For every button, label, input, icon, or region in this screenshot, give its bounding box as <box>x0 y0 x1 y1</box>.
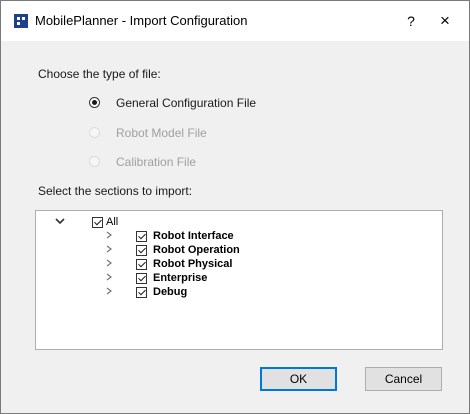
sections-tree[interactable]: All Robot Interface Robot Operation Robo… <box>35 210 443 350</box>
tree-item-robot-physical[interactable]: Robot Physical <box>36 257 336 271</box>
checkbox-robot-operation[interactable] <box>136 245 147 256</box>
radio-label: Calibration File <box>116 155 197 169</box>
tree-label-enterprise: Enterprise <box>153 272 208 284</box>
checkbox-all[interactable] <box>92 217 103 228</box>
checkbox-enterprise[interactable] <box>136 273 147 284</box>
radio-button[interactable] <box>89 127 100 138</box>
import-configuration-dialog: MobilePlanner - Import Configuration ? ×… <box>0 0 470 414</box>
tree-item-debug[interactable]: Debug <box>36 285 336 299</box>
title-bar[interactable]: MobilePlanner - Import Configuration ? × <box>1 1 469 41</box>
radio-button[interactable] <box>89 97 100 108</box>
radio-button[interactable] <box>89 156 100 167</box>
radio-general-configuration[interactable]: General Configuration File <box>89 96 289 112</box>
radio-robot-model[interactable]: Robot Model File <box>89 126 289 142</box>
close-button[interactable]: × <box>431 7 459 35</box>
cancel-button[interactable]: Cancel <box>365 367 442 391</box>
tree-item-all[interactable]: All <box>36 215 236 229</box>
app-icon <box>14 14 28 28</box>
radio-calibration[interactable]: Calibration File <box>89 155 289 171</box>
tree-item-robot-operation[interactable]: Robot Operation <box>36 243 336 257</box>
tree-item-robot-interface[interactable]: Robot Interface <box>36 229 336 243</box>
help-button[interactable]: ? <box>397 7 425 35</box>
tree-label-robot-operation: Robot Operation <box>153 244 240 256</box>
sections-heading: Select the sections to import: <box>38 184 193 198</box>
checkbox-debug[interactable] <box>136 287 147 298</box>
file-type-heading: Choose the type of file: <box>38 67 161 81</box>
tree-label-all: All <box>106 216 119 228</box>
checkbox-robot-interface[interactable] <box>136 231 147 242</box>
tree-label-robot-interface: Robot Interface <box>153 230 234 242</box>
checkbox-robot-physical[interactable] <box>136 259 147 270</box>
tree-label-debug: Debug <box>153 286 188 298</box>
tree-item-enterprise[interactable]: Enterprise <box>36 271 336 285</box>
chevron-right-icon[interactable] <box>104 285 114 301</box>
radio-label: Robot Model File <box>116 126 207 140</box>
ok-button[interactable]: OK <box>260 367 337 391</box>
window-title: MobilePlanner - Import Configuration <box>35 13 248 28</box>
tree-label-robot-physical: Robot Physical <box>153 258 233 270</box>
radio-label: General Configuration File <box>116 96 257 110</box>
